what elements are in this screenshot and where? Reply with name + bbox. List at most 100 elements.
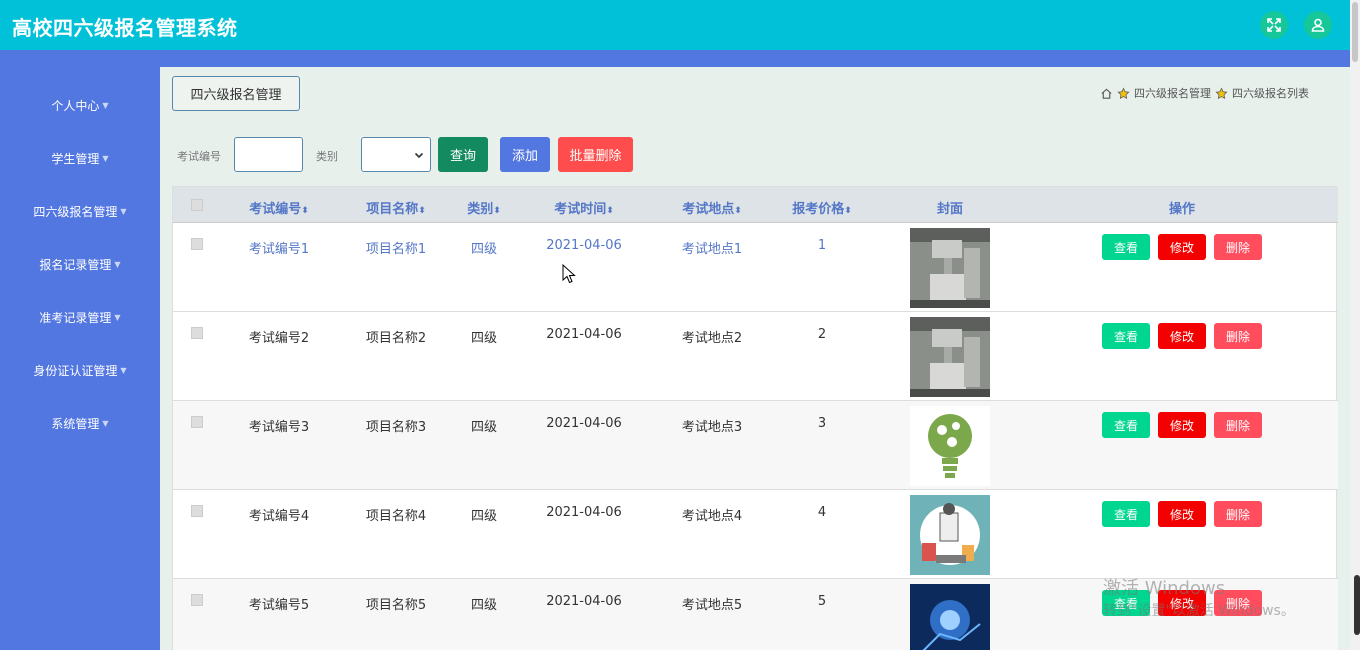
- query-button[interactable]: 查询: [438, 137, 488, 172]
- sidebar-item-label: 报名记录管理: [39, 257, 112, 272]
- cell-category: 四级: [470, 331, 498, 346]
- category-label: 类别: [316, 150, 338, 163]
- star-icon: [1117, 87, 1130, 99]
- cell-price: 2: [817, 327, 827, 342]
- cell-project: 项目名称3: [365, 420, 427, 435]
- edit-button[interactable]: 修改: [1158, 234, 1206, 260]
- column-header-time[interactable]: 考试时间⬍: [554, 198, 614, 217]
- column-header-place[interactable]: 考试地点⬍: [682, 198, 742, 217]
- row-checkbox[interactable]: [191, 327, 203, 339]
- sidebar-item-label: 系统管理: [51, 416, 100, 431]
- sidebar-item-label: 个人中心: [51, 98, 100, 113]
- cell-exam-no: 考试编号4: [248, 509, 310, 524]
- row-checkbox[interactable]: [191, 505, 203, 517]
- view-button[interactable]: 查看: [1102, 412, 1150, 438]
- cover-image: [910, 317, 990, 397]
- column-header-category[interactable]: 类别⬍: [467, 198, 501, 217]
- scrollbar-thumb-lower[interactable]: [1354, 575, 1360, 635]
- cell-price: 4: [817, 505, 827, 520]
- sidebar-item-cet-registration[interactable]: 四六级报名管理 ▼: [0, 196, 160, 226]
- sidebar-item-id-verification[interactable]: 身份证认证管理 ▼: [0, 355, 160, 385]
- cover-image: [910, 495, 990, 575]
- sidebar-item-registration-records[interactable]: 报名记录管理 ▼: [0, 249, 160, 279]
- cell-category: 四级: [470, 598, 498, 613]
- watermark-line2: 转到"设置"以激活 Windows。: [1103, 603, 1295, 619]
- star-icon: [1215, 87, 1228, 99]
- table-row: 考试编号2 项目名称2 四级 2021-04-06 考试地点2 2 查看 修改 …: [173, 312, 1338, 401]
- sidebar-item-label: 四六级报名管理: [33, 204, 118, 219]
- sidebar-item-admission-records[interactable]: 准考记录管理 ▼: [0, 302, 160, 332]
- delete-button[interactable]: 删除: [1214, 234, 1262, 260]
- edit-button[interactable]: 修改: [1158, 412, 1206, 438]
- cell-price: 3: [817, 416, 827, 431]
- sidebar-item-label: 准考记录管理: [39, 310, 112, 325]
- nav-strip: [160, 50, 1350, 67]
- batch-delete-button[interactable]: 批量删除: [558, 137, 633, 172]
- table-row: 考试编号3 项目名称3 四级 2021-04-06 考试地点3 3 查看 修改 …: [173, 401, 1338, 490]
- delete-button[interactable]: 删除: [1214, 323, 1262, 349]
- select-all-checkbox[interactable]: [191, 199, 203, 211]
- cell-place: 考试地点5: [681, 598, 743, 613]
- fullscreen-icon[interactable]: [1260, 11, 1288, 39]
- cell-exam-no: 考试编号1: [248, 242, 310, 257]
- cell-price: 1: [817, 238, 827, 253]
- column-header-exam-no[interactable]: 考试编号⬍: [249, 198, 309, 217]
- cell-category: 四级: [470, 509, 498, 524]
- edit-button[interactable]: 修改: [1158, 501, 1206, 527]
- caret-down-icon: ▼: [120, 206, 127, 216]
- caret-down-icon: ▼: [102, 153, 109, 163]
- sidebar-item-student-management[interactable]: 学生管理 ▼: [0, 143, 160, 173]
- cell-time: 2021-04-06: [546, 505, 622, 520]
- row-checkbox[interactable]: [191, 594, 203, 606]
- caret-down-icon: ▼: [102, 418, 109, 428]
- scrollbar-thumb[interactable]: [1352, 2, 1358, 62]
- cell-price: 5: [817, 594, 827, 609]
- top-bar: 高校四六级报名管理系统: [0, 0, 1360, 50]
- user-icon[interactable]: [1304, 11, 1332, 39]
- view-button[interactable]: 查看: [1102, 323, 1150, 349]
- breadcrumb-item[interactable]: 四六级报名管理: [1134, 85, 1211, 101]
- delete-button[interactable]: 删除: [1214, 501, 1262, 527]
- sidebar-item-system-management[interactable]: 系统管理 ▼: [0, 408, 160, 438]
- cell-category: 四级: [470, 242, 498, 257]
- cell-category: 四级: [470, 420, 498, 435]
- scrollbar[interactable]: [1350, 0, 1360, 650]
- breadcrumb: 四六级报名管理 四六级报名列表: [1100, 85, 1309, 101]
- view-button[interactable]: 查看: [1102, 501, 1150, 527]
- mouse-cursor-icon: [562, 264, 576, 284]
- home-icon[interactable]: [1100, 87, 1113, 100]
- windows-activation-watermark: 激活 Windows 转到"设置"以激活 Windows。: [1103, 578, 1295, 622]
- exam-no-input[interactable]: [234, 137, 303, 172]
- column-header-project[interactable]: 项目名称⬍: [366, 198, 426, 217]
- add-button[interactable]: 添加: [500, 137, 550, 172]
- sidebar-item-personal-center[interactable]: 个人中心 ▼: [0, 90, 160, 120]
- tab-cet-registration[interactable]: 四六级报名管理: [172, 76, 300, 111]
- cell-exam-no: 考试编号5: [248, 598, 310, 613]
- cell-project: 项目名称5: [365, 598, 427, 613]
- sidebar-item-label: 学生管理: [51, 151, 100, 166]
- cell-place: 考试地点2: [681, 331, 743, 346]
- exam-no-label: 考试编号: [177, 150, 221, 163]
- row-checkbox[interactable]: [191, 238, 203, 250]
- cell-time: 2021-04-06: [546, 327, 622, 342]
- row-checkbox[interactable]: [191, 416, 203, 428]
- caret-down-icon: ▼: [120, 365, 127, 375]
- cell-exam-no: 考试编号3: [248, 420, 310, 435]
- caret-down-icon: ▼: [114, 259, 121, 269]
- cover-image: [910, 406, 990, 486]
- cell-project: 项目名称1: [365, 242, 427, 257]
- column-header-cover: 封面: [936, 202, 964, 217]
- cell-place: 考试地点3: [681, 420, 743, 435]
- breadcrumb-item: 四六级报名列表: [1232, 87, 1309, 100]
- sidebar-item-label: 身份证认证管理: [33, 363, 118, 378]
- column-header-actions: 操作: [1168, 202, 1196, 217]
- edit-button[interactable]: 修改: [1158, 323, 1206, 349]
- view-button[interactable]: 查看: [1102, 234, 1150, 260]
- column-header-price[interactable]: 报考价格⬍: [792, 198, 852, 217]
- delete-button[interactable]: 删除: [1214, 412, 1262, 438]
- cell-project: 项目名称2: [365, 331, 427, 346]
- cell-project: 项目名称4: [365, 509, 427, 524]
- sidebar: [0, 50, 160, 650]
- table-row: 考试编号4 项目名称4 四级 2021-04-06 考试地点4 4 查看 修改 …: [173, 490, 1338, 579]
- category-select[interactable]: [361, 137, 431, 172]
